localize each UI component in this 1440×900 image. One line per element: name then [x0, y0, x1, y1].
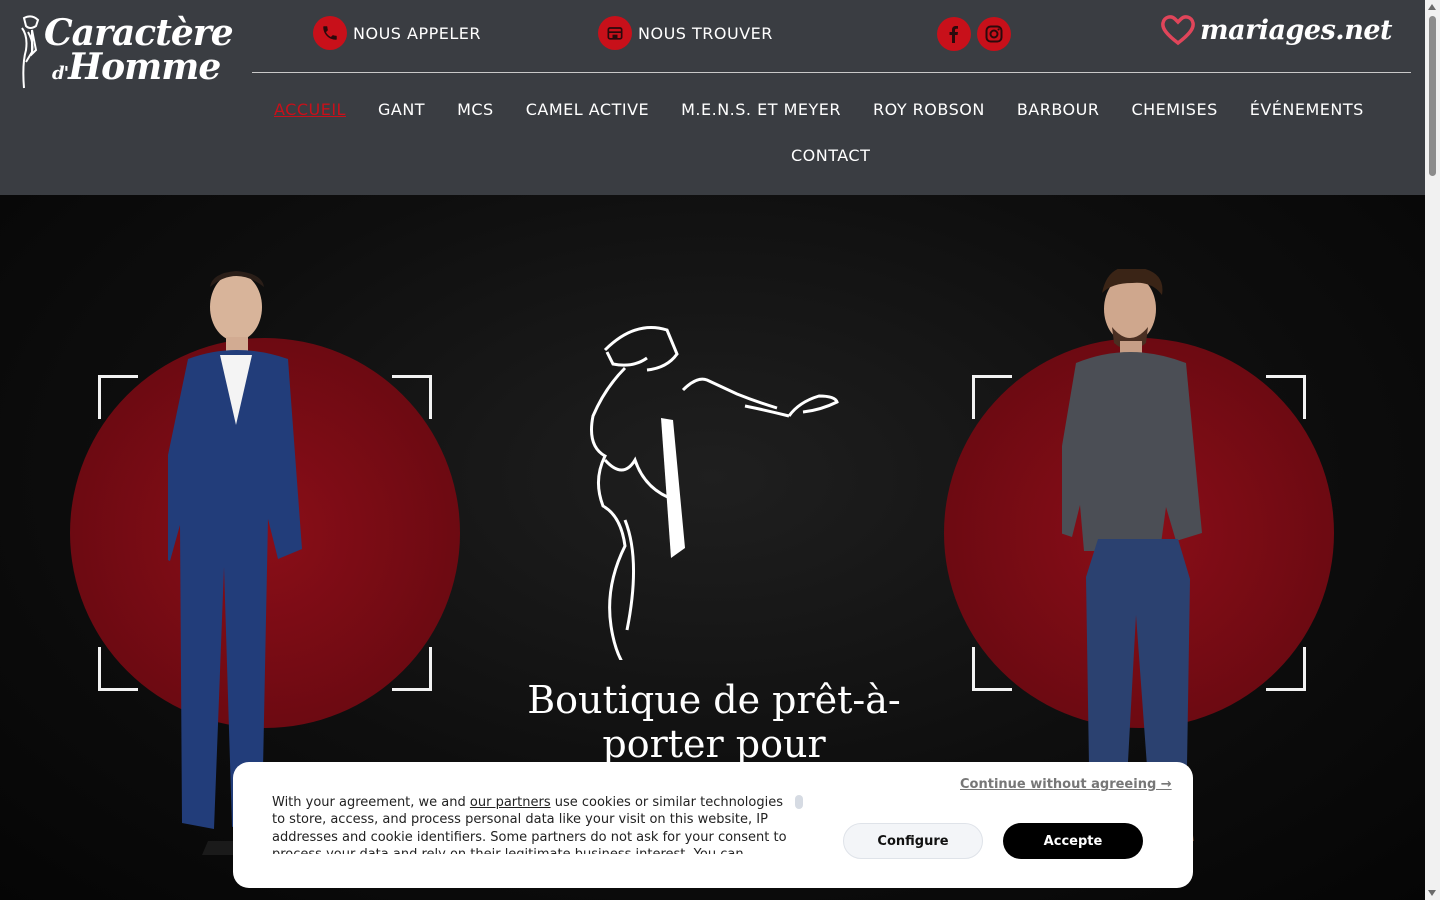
nav-item-mens-et-meyer[interactable]: M.E.N.S. ET MEYER	[681, 100, 841, 119]
configure-button[interactable]: Configure	[843, 823, 983, 859]
phone-icon	[313, 16, 347, 50]
nav-item-mcs[interactable]: MCS	[457, 100, 494, 119]
accept-button[interactable]: Accepte	[1003, 823, 1143, 859]
mariages-net-logo[interactable]: mariages.net	[1160, 14, 1392, 46]
header-divider	[252, 72, 1411, 73]
nav-item-evenements[interactable]: ÉVÉNEMENTS	[1250, 100, 1364, 119]
cookie-consent-text: With your agreement, we and our partners…	[272, 795, 787, 854]
logo-figure-icon	[21, 15, 40, 89]
frame-corner	[972, 647, 1012, 691]
frame-corner	[392, 647, 432, 691]
nav-item-gant[interactable]: GANT	[378, 100, 425, 119]
call-us-label: NOUS APPELER	[353, 23, 482, 43]
scroll-down-arrow-icon[interactable]	[1428, 890, 1436, 896]
storefront-icon	[598, 16, 632, 50]
nav-item-chemises[interactable]: CHEMISES	[1131, 100, 1217, 119]
frame-corner	[392, 375, 432, 419]
heart-icon	[1161, 15, 1195, 46]
frame-corner	[98, 647, 138, 691]
logo-text-homme: d'Homme	[52, 46, 221, 88]
cookie-text-scrollbar[interactable]	[795, 795, 803, 809]
site-header: Caractère d'Homme NOUS APPELER NOUS TROU…	[0, 0, 1425, 195]
our-partners-link[interactable]: our partners	[470, 795, 551, 810]
frame-corner	[1266, 375, 1306, 419]
scroll-thumb[interactable]	[1429, 16, 1436, 176]
frame-corner	[98, 375, 138, 419]
facebook-icon[interactable]	[937, 17, 971, 51]
site-logo[interactable]: Caractère d'Homme	[14, 12, 234, 92]
continue-without-agreeing-link[interactable]: Continue without agreeing →	[960, 777, 1172, 792]
nav-item-barbour[interactable]: BARBOUR	[1017, 100, 1100, 119]
call-us-link[interactable]: NOUS APPELER	[313, 16, 481, 50]
find-us-label: NOUS TROUVER	[638, 23, 773, 43]
nav-item-camel-active[interactable]: CAMEL ACTIVE	[526, 100, 649, 119]
find-us-link[interactable]: NOUS TROUVER	[598, 16, 773, 50]
main-nav-row-2: CONTACT	[791, 146, 870, 165]
nav-item-accueil[interactable]: ACCUEIL	[274, 100, 346, 119]
frame-corner	[1266, 647, 1306, 691]
social-links	[937, 17, 1011, 51]
mariages-net-text: mariages.net	[1200, 14, 1392, 46]
cookie-consent-banner: With your agreement, we and our partners…	[233, 762, 1193, 888]
frame-corner	[972, 375, 1012, 419]
silhouette-logo-illustration	[590, 326, 839, 660]
page-scrollbar[interactable]	[1425, 0, 1440, 900]
main-nav: ACCUEIL GANT MCS CAMEL ACTIVE M.E.N.S. E…	[274, 100, 1364, 119]
nav-item-contact[interactable]: CONTACT	[791, 146, 870, 165]
instagram-icon[interactable]	[977, 17, 1011, 51]
scroll-up-arrow-icon[interactable]	[1428, 4, 1436, 10]
nav-item-roy-robson[interactable]: ROY ROBSON	[873, 100, 985, 119]
